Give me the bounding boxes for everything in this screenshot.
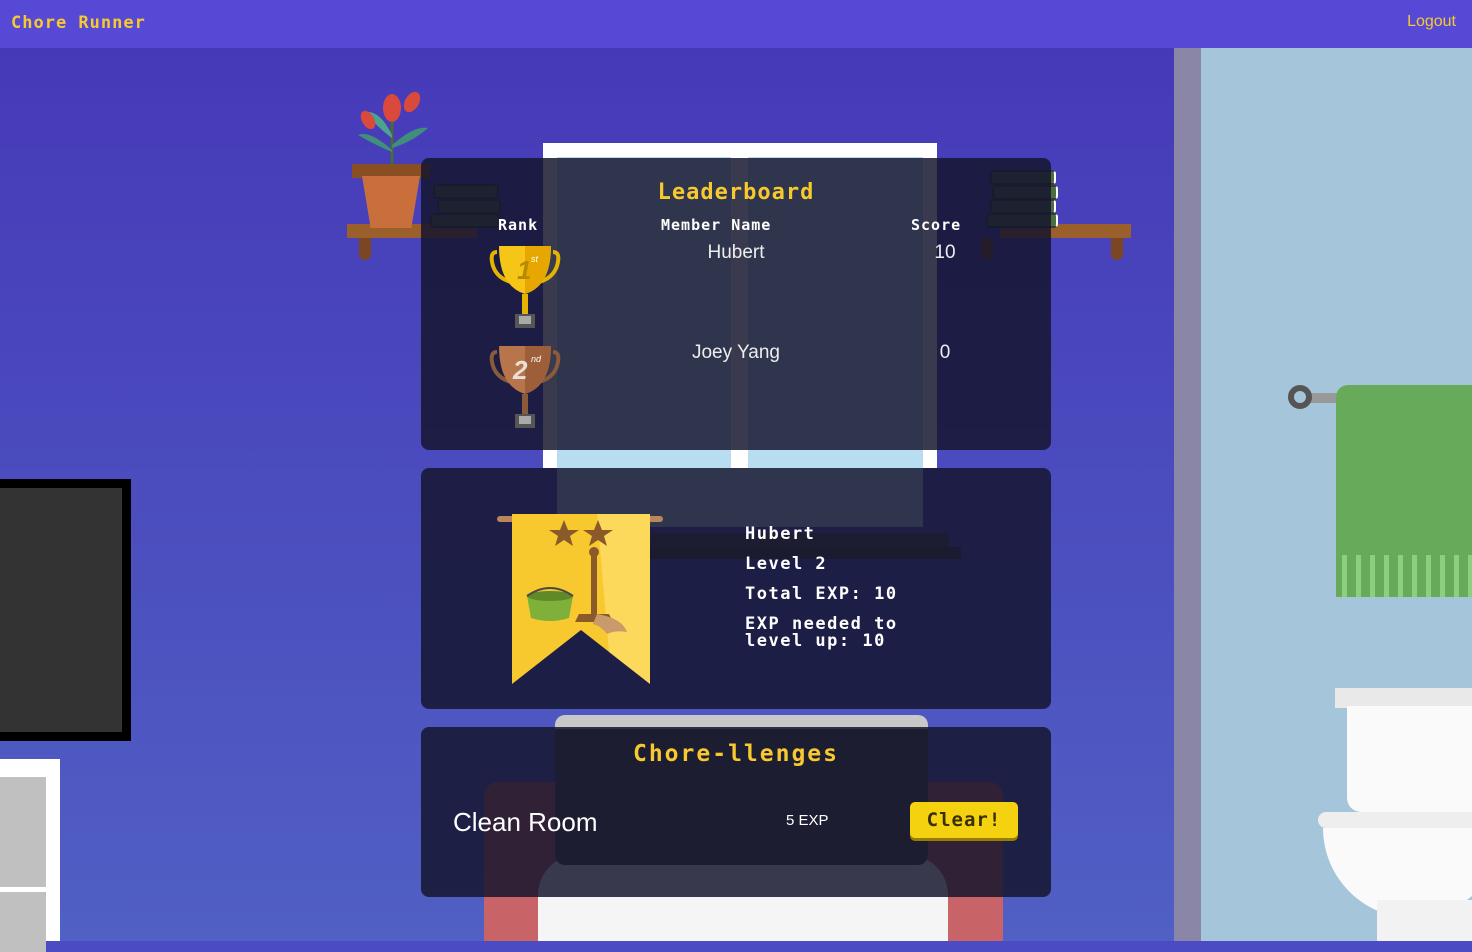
tv-icon xyxy=(0,479,131,741)
rank-header: Rank xyxy=(498,216,539,234)
challenges-panel: Chore-llenges Clean Room 5 EXP Clear! xyxy=(421,727,1051,897)
toilet-tank-lid xyxy=(1335,688,1472,708)
brand-title[interactable]: Chore Runner xyxy=(11,13,146,33)
towel-knob xyxy=(1288,385,1312,409)
towel-fringe xyxy=(1342,555,1472,597)
profile-name: Hubert xyxy=(745,524,816,544)
cleaning-banner-icon xyxy=(497,514,663,684)
profile-panel: Hubert Level 2 Total EXP: 10 EXP needed … xyxy=(421,468,1051,709)
profile-level: Level 2 xyxy=(745,554,828,574)
svg-text:nd: nd xyxy=(531,354,542,364)
cabinet-drawer xyxy=(0,777,46,887)
leaderboard-title: Leaderboard xyxy=(657,180,815,205)
svg-text:1: 1 xyxy=(517,255,531,285)
leaderboard-name: Joey Yang xyxy=(691,342,781,363)
chore-name: Clean Room xyxy=(453,807,598,837)
leaderboard-name: Hubert xyxy=(707,242,765,263)
cabinet-drawer xyxy=(0,892,46,952)
room-divider xyxy=(1174,48,1201,941)
challenges-title: Chore-llenges xyxy=(632,741,839,767)
gold-trophy-icon: 1 st xyxy=(489,246,561,328)
leaderboard-score: 10 xyxy=(934,242,956,263)
leaderboard-score: 0 xyxy=(939,342,951,363)
profile-total-exp: Total EXP: 10 xyxy=(745,584,898,604)
toilet-base xyxy=(1377,900,1472,941)
leaderboard-panel: Leaderboard Rank Member Name Score 1 st … xyxy=(421,158,1051,450)
svg-text:2: 2 xyxy=(512,355,528,385)
shelf-leg xyxy=(359,238,371,260)
clear-chore-button[interactable]: Clear! xyxy=(910,802,1018,838)
navbar: Chore Runner Logout xyxy=(0,0,1472,48)
toilet-seat xyxy=(1318,812,1472,828)
member-name-header: Member Name xyxy=(661,216,772,234)
plant-icon xyxy=(358,91,428,165)
cabinet xyxy=(0,759,60,952)
chore-exp: 5 EXP xyxy=(786,812,829,829)
svg-text:st: st xyxy=(531,254,539,264)
toilet-tank xyxy=(1347,706,1472,812)
profile-exp-needed-line1: EXP needed to xyxy=(745,614,898,634)
shelf-leg xyxy=(1111,238,1123,260)
bronze-trophy-icon: 2 nd xyxy=(489,346,561,428)
logout-link[interactable]: Logout xyxy=(1407,13,1456,31)
profile-exp-needed-line2: level up: 10 xyxy=(745,631,886,651)
score-header: Score xyxy=(911,216,962,234)
plant-pot-icon xyxy=(362,176,420,228)
